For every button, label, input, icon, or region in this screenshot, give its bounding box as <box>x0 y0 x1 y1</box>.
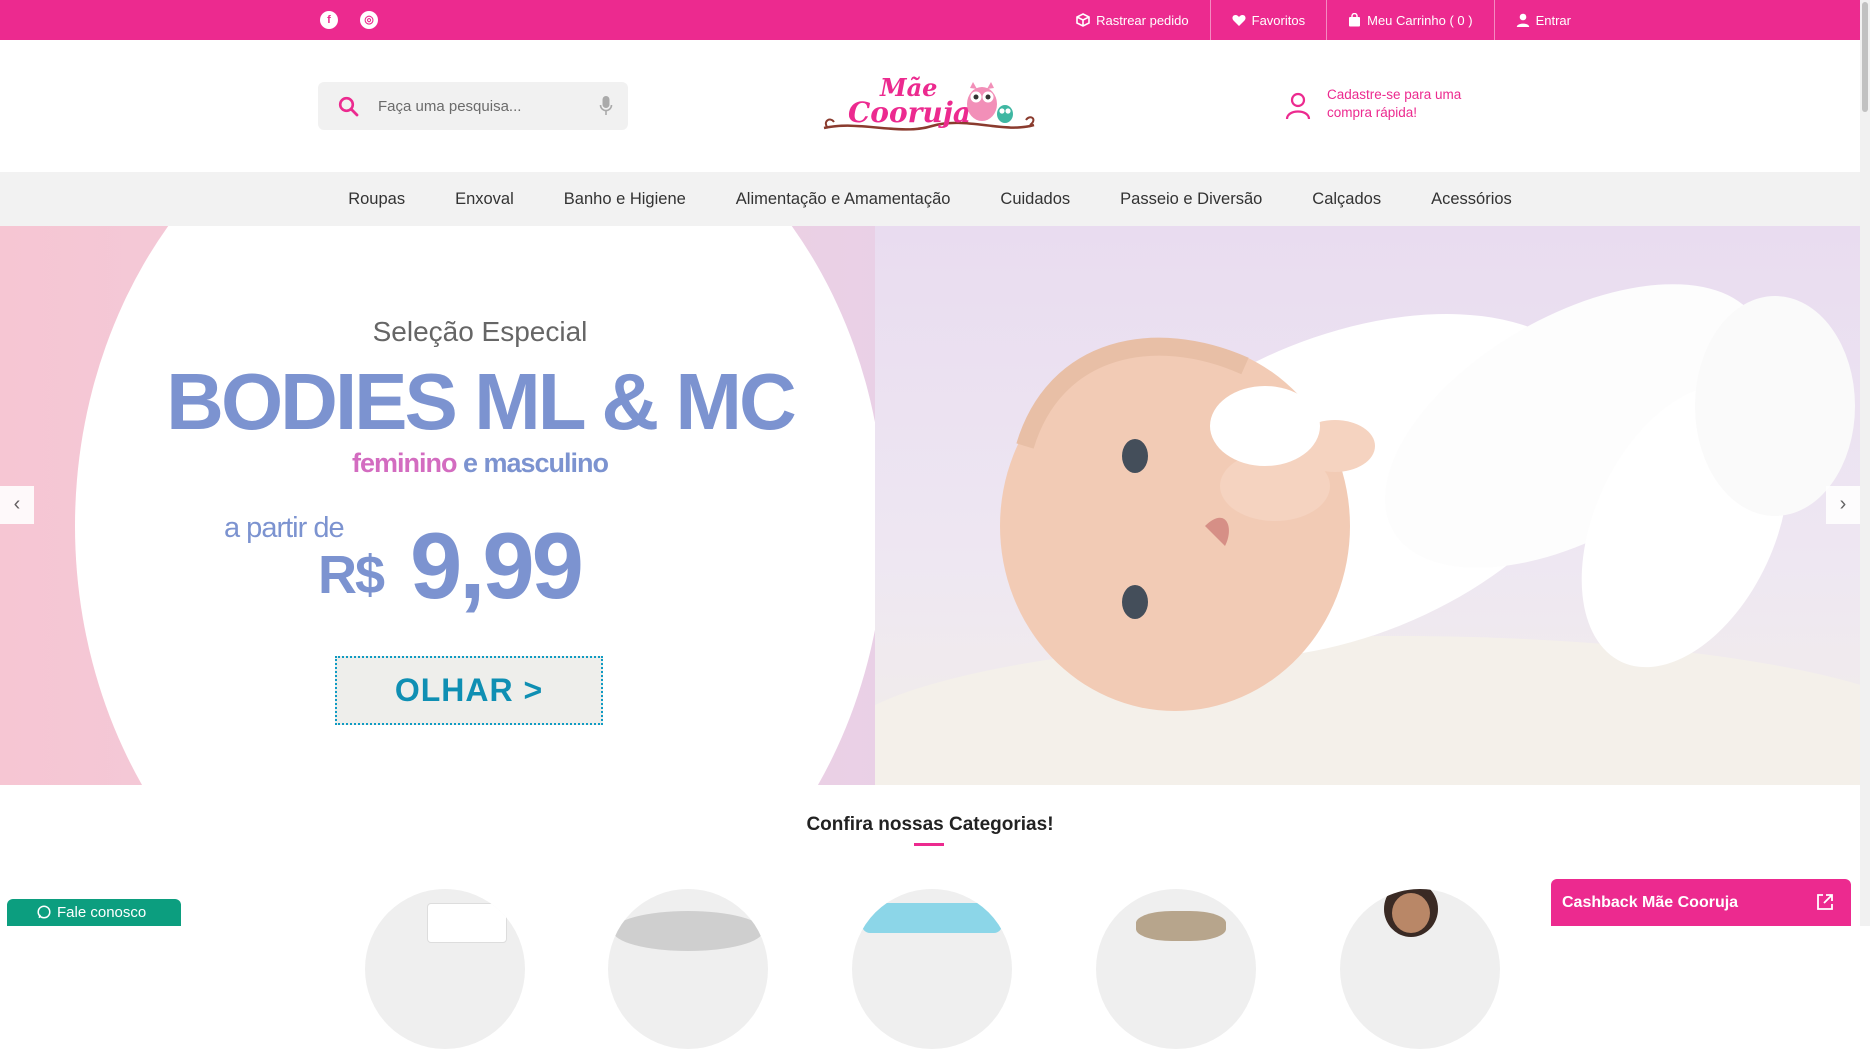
baby-photo <box>875 226 1860 785</box>
search-icon[interactable] <box>338 96 359 117</box>
hero-tag-masculine: e masculino <box>456 448 609 478</box>
logo-graphic: Mãe Cooruja <box>823 73 1035 131</box>
heading-underline <box>914 843 944 846</box>
hero-title: BODIES ML & MC <box>166 357 797 446</box>
favorites-label: Favoritos <box>1251 12 1306 28</box>
nav-item-acessorios[interactable]: Acessórios <box>1406 190 1537 209</box>
site-header: Mãe Cooruja Cadastre-se para uma compra … <box>0 40 1860 172</box>
external-link-icon <box>1817 894 1833 910</box>
category-thumbnail[interactable] <box>365 889 525 1049</box>
top-bar: f ◎ Rastrear pedido Favoritos Meu Carrin… <box>0 0 1860 40</box>
person-face-graphic <box>1392 893 1430 933</box>
product-seat-graphic <box>613 911 763 951</box>
hero-tagline: feminino e masculino <box>300 448 660 479</box>
whatsapp-chat-button[interactable]: Fale conosco <box>7 899 181 926</box>
package-icon <box>1076 13 1090 27</box>
nav-item-calcados[interactable]: Calçados <box>1287 190 1406 209</box>
nav-item-enxoval[interactable]: Enxoval <box>430 190 539 209</box>
chevron-left-icon: ‹ <box>13 493 21 515</box>
search-input[interactable] <box>378 82 578 130</box>
login-link[interactable]: Entrar <box>1493 0 1592 40</box>
product-tub-graphic <box>862 903 1002 933</box>
favorites-link[interactable]: Favoritos <box>1209 0 1326 40</box>
facebook-icon[interactable]: f <box>320 11 338 29</box>
track-order-label: Rastrear pedido <box>1096 12 1189 28</box>
login-label: Entrar <box>1535 12 1571 28</box>
hero-subtitle: Seleção Especial <box>372 316 588 347</box>
cashback-label: Cashback Mãe Cooruja <box>1562 893 1739 911</box>
cart-label: Meu Carrinho ( 0 ) <box>1367 12 1473 28</box>
account-links: Rastrear pedido Favoritos Meu Carrinho (… <box>1055 0 1592 40</box>
categories-heading: Confira nossas Categorias! <box>806 814 1054 835</box>
whatsapp-icon <box>37 905 51 919</box>
hero-tag-feminine: feminino <box>351 448 457 478</box>
page-scrollbar[interactable] <box>1860 0 1870 926</box>
product-shoe-graphic <box>1136 911 1226 941</box>
instagram-icon[interactable]: ◎ <box>360 11 378 29</box>
site-logo[interactable]: Mãe Cooruja <box>820 70 1040 140</box>
category-thumbnail[interactable] <box>608 889 768 1049</box>
register-prompt[interactable]: Cadastre-se para uma compra rápida! <box>1285 86 1485 126</box>
category-thumbnail[interactable] <box>1340 889 1500 1049</box>
cart-link[interactable]: Meu Carrinho ( 0 ) <box>1326 0 1493 40</box>
nav-item-roupas[interactable]: Roupas <box>323 190 430 209</box>
logo-word-cooruja: Cooruja <box>848 96 971 129</box>
search-box <box>318 82 628 130</box>
register-text: Cadastre-se para uma compra rápida! <box>1327 87 1462 120</box>
cashback-widget[interactable]: Cashback Mãe Cooruja <box>1551 879 1851 926</box>
carousel-next-button[interactable]: › <box>1826 486 1860 524</box>
owl-icon <box>967 82 1013 123</box>
shopping-bag-icon <box>1349 13 1361 27</box>
category-nav: Roupas Enxoval Banho e Higiene Alimentaç… <box>0 172 1860 226</box>
hero-from-label: a partir de <box>224 512 345 544</box>
product-box-graphic <box>427 903 507 943</box>
hero-currency: R$ <box>318 545 385 605</box>
category-thumbnail[interactable] <box>1096 889 1256 1049</box>
user-outline-icon <box>1285 92 1311 120</box>
nav-item-cuidados[interactable]: Cuidados <box>975 190 1095 209</box>
hero-price: 9,99 <box>410 513 584 618</box>
heart-icon <box>1232 14 1246 26</box>
hero-cta-button[interactable]: OLHAR > <box>335 656 603 725</box>
nav-item-alimentacao[interactable]: Alimentação e Amamentação <box>711 190 976 209</box>
nav-item-banho-higiene[interactable]: Banho e Higiene <box>539 190 711 209</box>
hero-banner[interactable]: Seleção Especial BODIES ML & MC feminino… <box>0 226 1860 785</box>
microphone-icon[interactable] <box>599 95 613 117</box>
scrollbar-thumb[interactable] <box>1862 2 1868 112</box>
user-icon <box>1516 13 1529 27</box>
carousel-prev-button[interactable]: ‹ <box>0 486 34 524</box>
nav-item-passeio[interactable]: Passeio e Diversão <box>1095 190 1287 209</box>
track-order-link[interactable]: Rastrear pedido <box>1055 0 1210 40</box>
chat-label: Fale conosco <box>57 904 147 921</box>
chevron-right-icon: › <box>1839 493 1847 515</box>
baby-illustration <box>875 284 1860 785</box>
category-thumbnail[interactable] <box>852 889 1012 1049</box>
